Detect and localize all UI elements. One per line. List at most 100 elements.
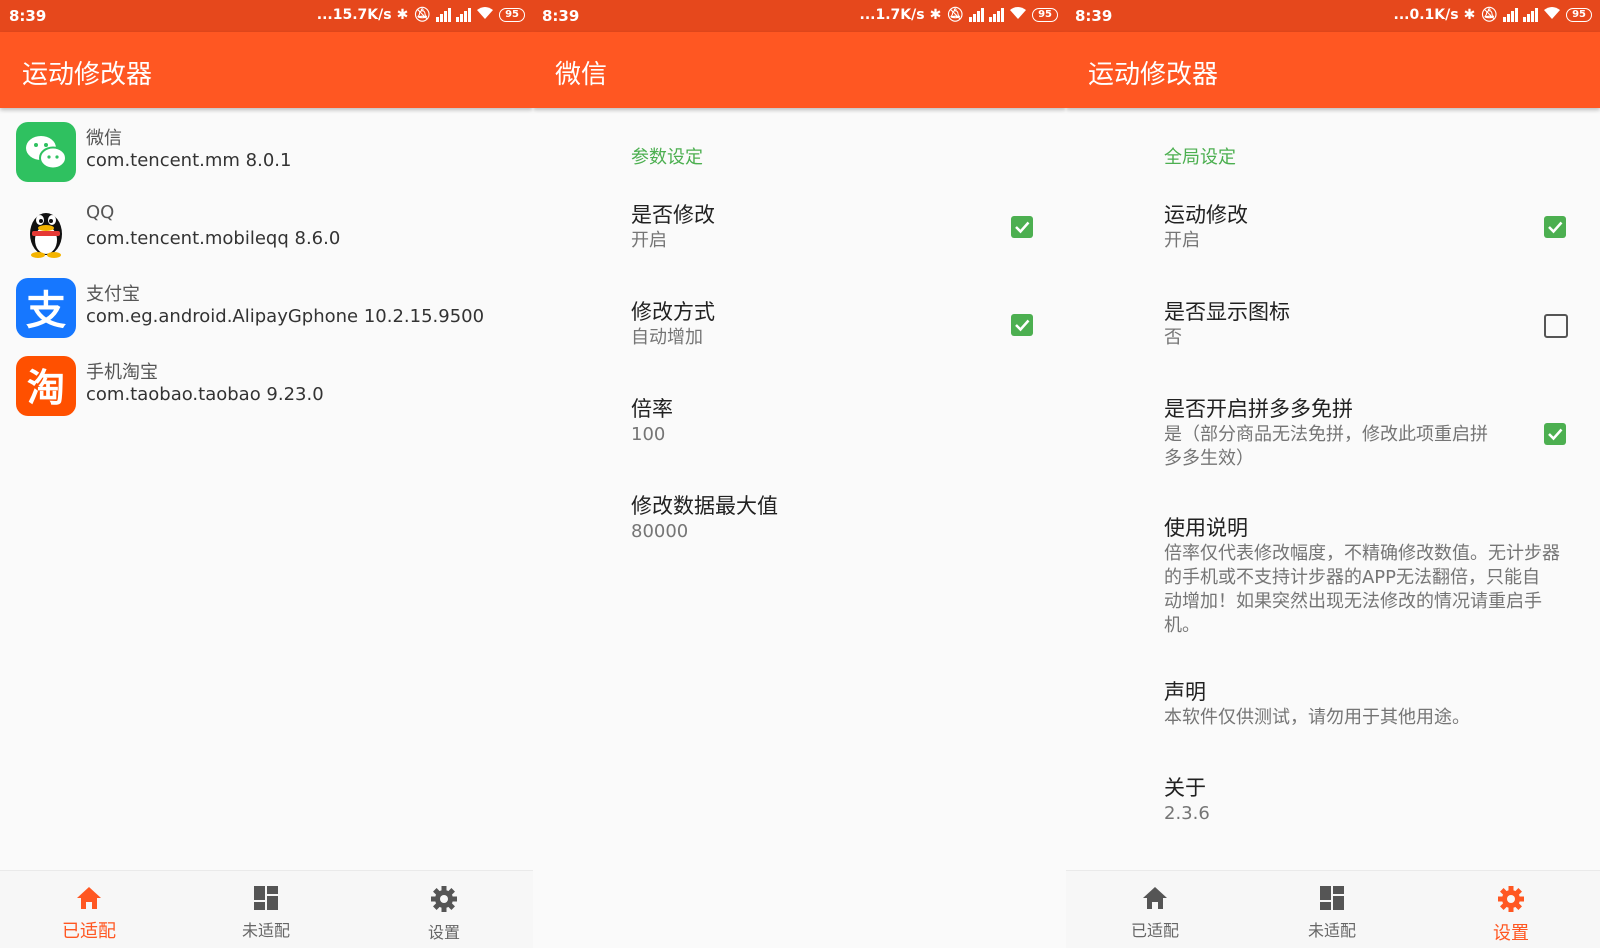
nav-tab-label: 设置 xyxy=(1493,923,1529,944)
pref-summary: 本软件仅供测试，请勿用于其他用途。 xyxy=(1164,707,1470,728)
wifi-icon xyxy=(476,6,494,24)
nav-tab-settings[interactable]: 设置 xyxy=(384,885,504,943)
pref-summary-line: 动增加！如果突然出现无法修改的情况请重启手 xyxy=(1164,591,1542,612)
home-icon xyxy=(1143,887,1167,909)
bottom-nav: 已适配 未适配 设置 xyxy=(1066,870,1600,948)
checkbox-modify-mode[interactable] xyxy=(1011,314,1033,336)
taobao-icon: 淘 xyxy=(16,356,76,416)
nav-tab-unadapted[interactable]: 未适配 xyxy=(1272,885,1392,941)
app-bar: 微信 xyxy=(533,32,1066,108)
pref-step-modify[interactable]: 运动修改 开启 xyxy=(1164,201,1248,253)
pref-summary: 2.3.6 xyxy=(1164,803,1210,824)
pref-show-icon[interactable]: 是否显示图标 否 xyxy=(1164,298,1290,350)
dashboard-icon xyxy=(254,886,278,910)
pref-title: 修改数据最大值 xyxy=(631,494,778,518)
status-time: 8:39 xyxy=(9,7,47,25)
pref-pinduoduo[interactable]: 是否开启拼多多免拼 是（部分商品无法免拼，修改此项重启拼 多多生效） xyxy=(1164,395,1504,471)
pref-summary: 100 xyxy=(631,424,666,445)
bluetooth-icon: ✱ xyxy=(929,7,942,23)
app-list-item-alipay[interactable]: 支 支付宝 com.eg.android.AlipayGphone 10.2.1… xyxy=(0,274,533,352)
nav-tab-unadapted[interactable]: 未适配 xyxy=(206,885,326,941)
bottom-nav: 已适配 未适配 设置 xyxy=(0,870,533,948)
mute-bell-icon: 🔕︎ xyxy=(946,7,965,23)
check-icon xyxy=(1548,221,1563,234)
app-name: 支付宝 xyxy=(86,284,140,305)
pref-max-value[interactable]: 修改数据最大值 80000 xyxy=(631,492,778,544)
mute-bell-icon: 🔕︎ xyxy=(413,7,432,23)
app-package: com.tencent.mm 8.0.1 xyxy=(86,150,292,171)
checkbox-modify-enabled[interactable] xyxy=(1011,216,1033,238)
nav-tab-label: 已适配 xyxy=(62,921,116,942)
dashboard-icon xyxy=(1320,886,1344,910)
signal-icon-2 xyxy=(1523,8,1539,22)
pref-instructions[interactable]: 使用说明 倍率仅代表修改幅度，不精确修改数值。无计步器 的手机或不支持计步器的A… xyxy=(1164,514,1584,638)
app-list-item-wechat[interactable]: 微信 com.tencent.mm 8.0.1 xyxy=(0,118,533,196)
app-list-item-qq[interactable]: QQ com.tencent.mobileqq 8.6.0 xyxy=(0,196,533,274)
battery-icon: 95 xyxy=(499,8,525,22)
nav-tab-label: 已适配 xyxy=(1130,921,1179,940)
pref-title: 声明 xyxy=(1164,680,1206,704)
pref-summary: 自动增加 xyxy=(631,327,703,348)
pref-summary-line: 机。 xyxy=(1164,615,1200,636)
pref-summary: 开启 xyxy=(631,230,667,251)
battery-icon: 95 xyxy=(1032,8,1058,22)
pref-modify-mode[interactable]: 修改方式 自动增加 xyxy=(631,298,715,350)
screen-wechat-settings: 8:39 ...1.7K/s ✱ 🔕︎ 95 微信 参数设定 是否修改 开启 修… xyxy=(533,0,1066,948)
status-bar: 8:39 ...1.7K/s ✱ 🔕︎ 95 xyxy=(533,0,1066,32)
checkbox-step-modify[interactable] xyxy=(1544,216,1566,238)
pref-title: 是否修改 xyxy=(631,203,715,227)
pref-title: 修改方式 xyxy=(631,300,715,324)
svg-text:支: 支 xyxy=(26,288,66,334)
wechat-icon xyxy=(16,122,76,182)
app-package: com.taobao.taobao 9.23.0 xyxy=(86,384,324,405)
app-name: 手机淘宝 xyxy=(86,362,158,383)
app-bar-title: 微信 xyxy=(555,60,608,90)
pref-modify-enabled[interactable]: 是否修改 开启 xyxy=(631,201,715,253)
nav-tab-adapted[interactable]: 已适配 xyxy=(29,885,149,943)
pref-summary-line: 是（部分商品无法免拼，修改此项重启拼 xyxy=(1164,424,1488,445)
status-icons: ...0.1K/s ✱ 🔕︎ 95 xyxy=(1394,6,1592,24)
wifi-icon xyxy=(1543,6,1561,24)
mute-bell-icon: 🔕︎ xyxy=(1480,7,1499,23)
status-icons: ...15.7K/s ✱ 🔕︎ 95 xyxy=(317,6,525,24)
signal-icon-2 xyxy=(989,8,1005,22)
pref-title: 是否开启拼多多免拼 xyxy=(1164,397,1353,421)
status-bar: 8:39 ...0.1K/s ✱ 🔕︎ 95 xyxy=(1066,0,1600,32)
nav-tab-label: 设置 xyxy=(427,923,460,942)
checkbox-show-icon[interactable] xyxy=(1544,314,1568,338)
signal-icon xyxy=(1503,8,1519,22)
signal-icon xyxy=(436,8,452,22)
app-name: 微信 xyxy=(86,128,122,149)
app-bar-title: 运动修改器 xyxy=(22,60,153,90)
bluetooth-icon: ✱ xyxy=(1463,7,1476,23)
category-header: 参数设定 xyxy=(631,147,703,168)
app-list-item-taobao[interactable]: 淘 手机淘宝 com.taobao.taobao 9.23.0 xyxy=(0,352,533,430)
app-name: QQ xyxy=(86,202,115,223)
wifi-icon xyxy=(1009,6,1027,24)
app-bar: 运动修改器 xyxy=(1066,32,1600,108)
svg-text:淘: 淘 xyxy=(27,366,65,410)
pref-about[interactable]: 关于 2.3.6 xyxy=(1164,774,1210,826)
gear-icon xyxy=(1498,886,1524,912)
pref-summary-line: 的手机或不支持计步器的APP无法翻倍，只能自 xyxy=(1164,567,1541,588)
check-icon xyxy=(1015,221,1030,234)
home-icon xyxy=(77,887,101,909)
bluetooth-icon: ✱ xyxy=(396,7,409,23)
pref-summary-line: 倍率仅代表修改幅度，不精确修改数值。无计步器 xyxy=(1164,543,1560,564)
pref-disclaimer[interactable]: 声明 本软件仅供测试，请勿用于其他用途。 xyxy=(1164,678,1470,730)
pref-summary: 否 xyxy=(1164,327,1182,348)
status-icons: ...1.7K/s ✱ 🔕︎ 95 xyxy=(859,6,1058,24)
pref-title: 是否显示图标 xyxy=(1164,300,1290,324)
network-speed: ...1.7K/s xyxy=(859,7,925,23)
pref-multiplier[interactable]: 倍率 100 xyxy=(631,395,673,447)
app-package: com.tencent.mobileqq 8.6.0 xyxy=(86,228,341,249)
pref-title: 运动修改 xyxy=(1164,203,1248,227)
nav-tab-adapted[interactable]: 已适配 xyxy=(1095,885,1215,941)
nav-tab-label: 未适配 xyxy=(241,921,290,940)
nav-tab-settings[interactable]: 设置 xyxy=(1451,885,1571,945)
app-bar: 运动修改器 xyxy=(0,32,533,108)
signal-icon-2 xyxy=(456,8,472,22)
alipay-icon: 支 xyxy=(16,278,76,338)
checkbox-pinduoduo[interactable] xyxy=(1544,423,1566,445)
gear-icon xyxy=(431,886,457,912)
